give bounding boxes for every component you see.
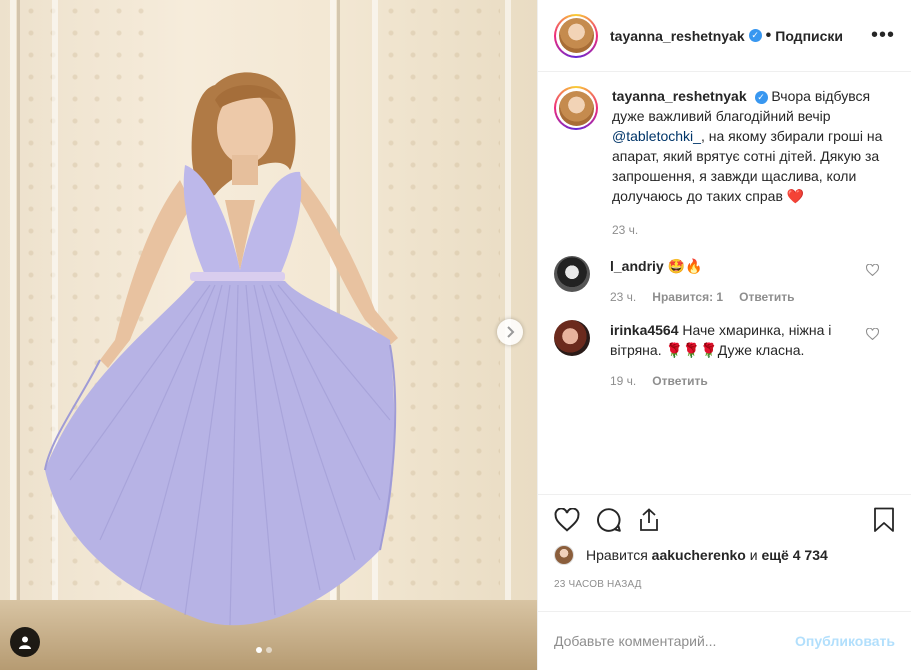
post-header: tayanna_reshetnyak ✓ • Подписки ••• — [538, 0, 911, 72]
post-photo[interactable] — [0, 0, 537, 670]
publish-comment-button[interactable]: Опубликовать — [795, 633, 895, 649]
likes-prefix: Нравится — [586, 547, 648, 563]
caption-mention-link[interactable]: @tabletochki_ — [612, 128, 701, 144]
comment-content: l_andriy 🤩🔥 23 ч. Нравится: 1 Ответить — [610, 256, 840, 304]
caption-avatar[interactable] — [554, 86, 598, 130]
comment-reply-button[interactable]: Ответить — [739, 290, 794, 304]
comment-text: 🤩🔥 — [667, 258, 703, 274]
caption-time[interactable]: 23 ч. — [612, 220, 895, 240]
comment-item: irinka4564 Наче хмаринка, ніжна і вітрян… — [554, 320, 895, 388]
action-icons-row — [554, 507, 895, 533]
heart-emoji: ❤️ — [786, 188, 805, 204]
post-side-panel: tayanna_reshetnyak ✓ • Подписки ••• taya… — [537, 0, 911, 670]
avatar-inner — [556, 15, 596, 56]
comment-username[interactable]: irinka4564 — [610, 322, 679, 338]
comment-like-heart-icon[interactable] — [866, 328, 879, 340]
comment-likes-count[interactable]: Нравится: 1 — [652, 290, 723, 304]
avatar-inner — [556, 88, 596, 128]
more-options-icon[interactable]: ••• — [871, 24, 895, 47]
avatar-image — [558, 90, 594, 126]
tagged-users-button[interactable] — [10, 627, 40, 657]
comment-like-heart-icon[interactable] — [866, 264, 879, 276]
comment-username[interactable]: l_andriy — [610, 258, 664, 274]
following-button[interactable]: Подписки — [775, 28, 843, 44]
commenter-avatar[interactable] — [554, 320, 590, 356]
avatar-image — [558, 18, 594, 53]
carousel-dot — [266, 647, 272, 653]
carousel-next-button[interactable] — [497, 319, 523, 345]
post-caption: tayanna_reshetnyak ✓ Вчора відбувся дуже… — [554, 86, 895, 240]
likes-others-link[interactable]: ещё 4 734 — [761, 547, 827, 563]
comment-body: l_andriy 🤩🔥 — [610, 256, 840, 276]
like-heart-icon[interactable] — [554, 508, 580, 532]
comment-meta: 19 ч. Ответить — [610, 374, 840, 388]
author-username[interactable]: tayanna_reshetnyak — [610, 28, 745, 44]
add-comment-bar: Опубликовать — [538, 611, 911, 670]
carousel-dot-active — [256, 647, 262, 653]
liker-avatar[interactable] — [554, 545, 574, 565]
likes-middle: и — [749, 547, 758, 563]
author-avatar[interactable] — [554, 13, 598, 58]
comment-meta: 23 ч. Нравится: 1 Ответить — [610, 290, 840, 304]
share-icon[interactable] — [638, 508, 660, 532]
comment-body: irinka4564 Наче хмаринка, ніжна і вітрян… — [610, 320, 840, 360]
woman-in-dress-illustration — [44, 72, 398, 626]
comment-input[interactable] — [554, 633, 796, 649]
comments-section[interactable]: tayanna_reshetnyak ✓ Вчора відбувся дуже… — [538, 72, 911, 494]
chevron-right-icon — [507, 326, 515, 338]
user-icon — [19, 636, 31, 649]
commenter-avatar[interactable] — [554, 256, 590, 292]
carousel-indicator — [256, 647, 272, 653]
comment-bubble-icon[interactable] — [596, 507, 622, 533]
post-actions: Нравится aakucherenko и ещё 4 734 23 ЧАС… — [538, 494, 911, 590]
comment-reply-button[interactable]: Ответить — [652, 374, 707, 388]
liker-username[interactable]: aakucherenko — [652, 547, 746, 563]
caption-username[interactable]: tayanna_reshetnyak — [612, 88, 747, 104]
likes-summary: Нравится aakucherenko и ещё 4 734 — [554, 545, 895, 565]
verified-badge-icon: ✓ — [748, 29, 762, 42]
post-timestamp[interactable]: 23 ЧАСОВ НАЗАД — [554, 579, 895, 590]
comment-item: l_andriy 🤩🔥 23 ч. Нравится: 1 Ответить — [554, 256, 895, 304]
comment-time[interactable]: 19 ч. — [610, 374, 636, 388]
separator-dot: • — [765, 26, 772, 44]
caption-body: tayanna_reshetnyak ✓ Вчора відбувся дуже… — [612, 86, 895, 240]
verified-badge-icon: ✓ — [754, 90, 768, 104]
bookmark-save-icon[interactable] — [873, 507, 895, 533]
caption-text: tayanna_reshetnyak ✓ Вчора відбувся дуже… — [612, 86, 895, 206]
comment-content: irinka4564 Наче хмаринка, ніжна і вітрян… — [610, 320, 840, 388]
comment-time[interactable]: 23 ч. — [610, 290, 636, 304]
